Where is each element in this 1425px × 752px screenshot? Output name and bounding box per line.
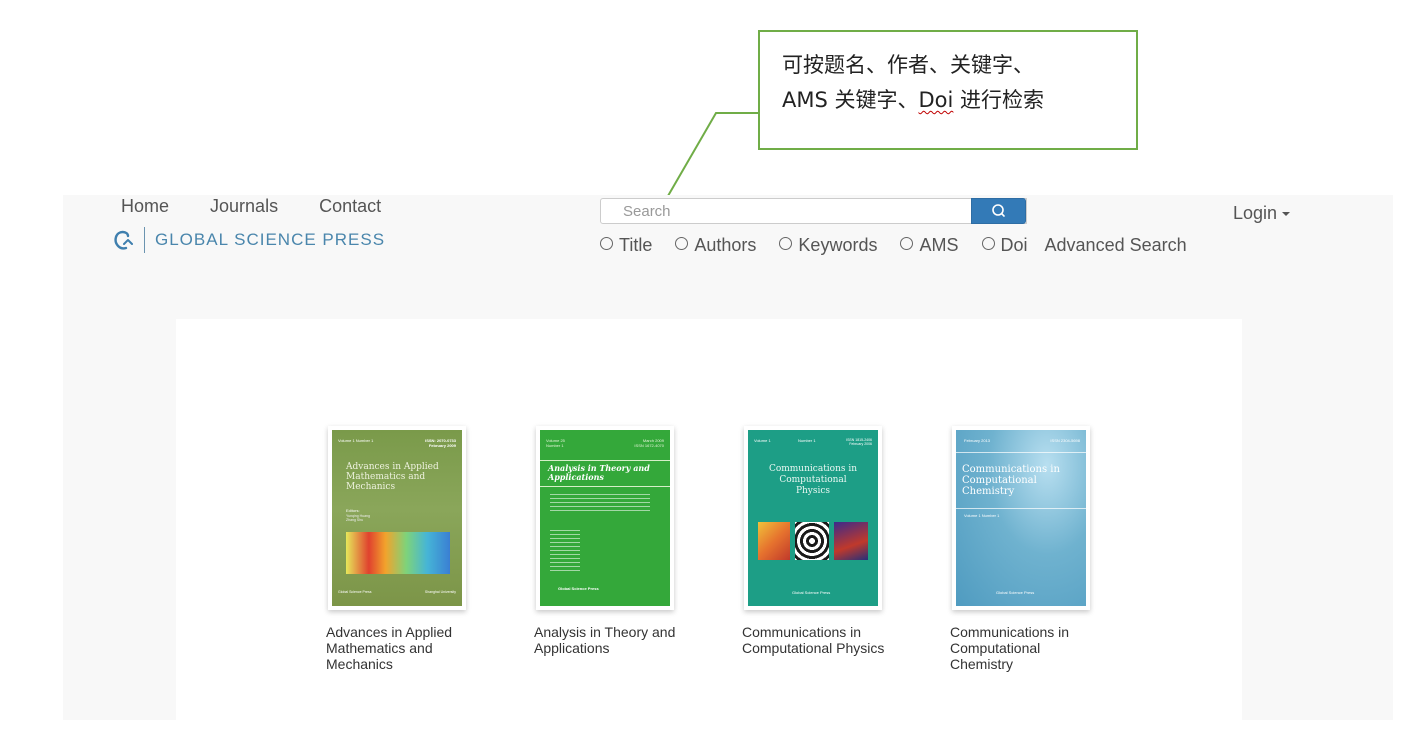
gsp-logo-icon xyxy=(114,230,133,250)
annotation-line-1: 可按题名、作者、关键字、 xyxy=(782,53,1034,77)
journal-cover-aamm[interactable]: Volume 1 Number 1 ISSN: 2070-0733 Februa… xyxy=(328,426,466,610)
journal-cover-cicp[interactable]: Volume 1 Number 1 ISSN 1815-2406 Februar… xyxy=(744,426,882,610)
journal-cover-ata[interactable]: Volume 25 Number 1 March 2009 ISSN 1672-… xyxy=(536,426,674,610)
login-dropdown[interactable]: Login xyxy=(1233,203,1291,224)
nav-journals-link[interactable]: Journals xyxy=(210,196,278,216)
search-icon xyxy=(991,204,1005,217)
advanced-search-link[interactable]: Advanced Search xyxy=(1045,235,1187,255)
radio-circle[interactable] xyxy=(981,237,995,250)
journal-title-cicp[interactable]: Communications in Computational Physics xyxy=(742,624,897,656)
radio-circle[interactable] xyxy=(900,237,914,250)
login-label: Login xyxy=(1233,203,1278,223)
top-nav: Home Journals Contact xyxy=(121,196,417,217)
site-logo[interactable]: GLOBAL SCIENCE PRESS xyxy=(113,225,385,255)
radio-circle[interactable] xyxy=(779,237,793,250)
site-header: Home Journals Contact GLOBAL SCIENCE PRE… xyxy=(63,195,1393,298)
journal-title-cicc[interactable]: Communications in Computational Chemistr… xyxy=(950,624,1105,672)
caret-down-icon xyxy=(1282,212,1291,216)
journal-title-ata[interactable]: Analysis in Theory and Applications xyxy=(534,624,684,656)
logo-text: GLOBAL SCIENCE PRESS xyxy=(155,230,386,249)
nav-contact-link[interactable]: Contact xyxy=(319,196,381,216)
search-input[interactable] xyxy=(600,198,1027,224)
radio-circle[interactable] xyxy=(675,237,689,250)
radio-ams[interactable]: AMS xyxy=(900,235,958,255)
radio-doi[interactable]: Doi xyxy=(981,235,1028,255)
annotation-callout: 可按题名、作者、关键字、 AMS 关键字、Doi 进行检索 xyxy=(758,30,1138,150)
radio-keywords[interactable]: Keywords xyxy=(779,235,877,255)
journal-cover-cicc[interactable]: February 2013 ISSN 2304-5698 Communicati… xyxy=(952,426,1090,610)
annotation-doi-word: Doi xyxy=(918,88,954,112)
search-field-options: Title Authors Keywords AMS Doi Advanced … xyxy=(600,235,1187,256)
radio-title[interactable]: Title xyxy=(600,235,652,255)
radio-circle[interactable] xyxy=(600,237,613,250)
search-button[interactable] xyxy=(971,198,1026,224)
logo-divider xyxy=(144,227,145,253)
radio-authors[interactable]: Authors xyxy=(675,235,756,255)
annotation-line-2: AMS 关键字、Doi 进行检索 xyxy=(782,88,1045,112)
journal-title-aamm[interactable]: Advances in Applied Mathematics and Mech… xyxy=(326,624,456,672)
nav-home-link[interactable]: Home xyxy=(121,196,169,216)
